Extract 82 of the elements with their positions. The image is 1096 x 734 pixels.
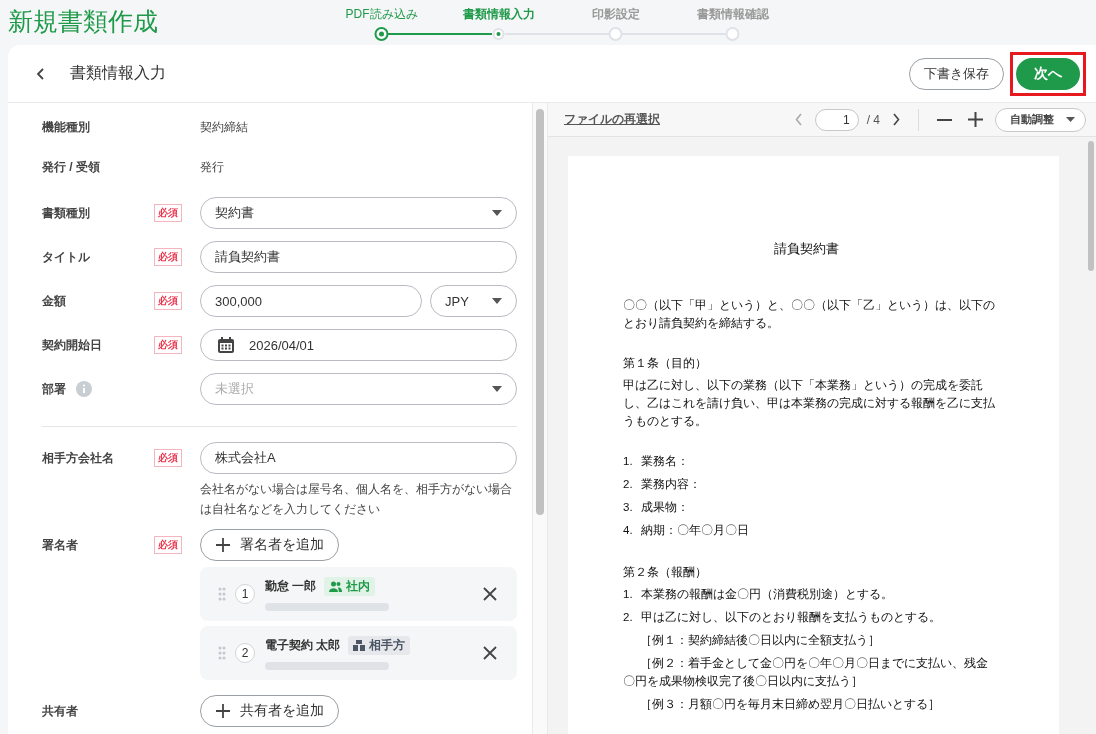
page-number-field[interactable]: 1 (814, 108, 859, 131)
field-label: 書類種別 (42, 204, 90, 222)
currency-select[interactable]: JPY (430, 285, 517, 317)
field-label: 機能種別 (42, 118, 90, 136)
plus-icon (215, 537, 231, 553)
people-icon (329, 580, 343, 592)
step-label: 書類情報確認 (696, 6, 769, 23)
list-number: 2. (623, 477, 633, 492)
list-number: 2. (623, 610, 633, 625)
input-field[interactable]: 株式会社A (200, 442, 517, 474)
required-badge: 必須 (154, 536, 182, 554)
field-label: タイトル (42, 248, 90, 266)
zoom-in-icon[interactable] (968, 112, 983, 127)
required-badge: 必須 (154, 292, 182, 310)
list-item-text: 納期：〇年〇月〇日 (641, 523, 749, 538)
signer-tag: 社内 (324, 576, 376, 596)
zoom-out-icon[interactable] (937, 118, 952, 121)
list-item-text: 業務名： (641, 454, 689, 469)
page-total: / 4 (866, 112, 880, 127)
section-title: 書類情報入力 (70, 63, 166, 83)
building-icon (353, 639, 366, 651)
field-label: 相手方会社名 (42, 449, 114, 467)
required-badge: 必須 (154, 336, 182, 354)
field-label: 部署 (42, 380, 66, 398)
signer-tag: 相手方 (348, 635, 411, 655)
scrollbar[interactable] (533, 103, 548, 734)
field-label: 署名者 (42, 536, 78, 554)
date-field[interactable]: 2026/04/01 (200, 329, 517, 361)
next-button[interactable]: 次へ (1016, 57, 1080, 90)
next-page-icon[interactable] (892, 113, 900, 126)
caret-icon (492, 210, 502, 216)
list-number: 4. (623, 523, 633, 538)
article-heading: 第１条（目的） (623, 356, 708, 371)
reselect-file-link[interactable]: ファイルの再選択 (564, 111, 660, 128)
calendar-icon (217, 336, 235, 354)
add-button[interactable]: 署名者を追加 (200, 529, 339, 561)
example-text: ［例２：着手金として金〇円を〇年〇月〇日までに支払い、残金〇円を成果物検収完了後〇日以内に支払う］ (623, 656, 990, 689)
list-number: 1. (623, 587, 633, 602)
field-label: 金額 (42, 292, 66, 310)
required-badge: 必須 (154, 248, 182, 266)
caret-icon (492, 298, 502, 304)
field-label: 発行 / 受領 (42, 158, 100, 176)
paragraph: 〇〇（以下「甲」という）と、〇〇（以下「乙」という）は、以下のとおり請負契約を締結する。 (623, 298, 995, 331)
hint-text: 会社名がない場合は屋号名、個人名を、相手方がない場合は自社名などを入力してください (200, 481, 513, 518)
example-text: ［例３：月額〇円を毎月末日締め翌月〇日払いとする］ (639, 697, 942, 712)
paragraph: 甲は乙に対し、以下の業務（以下「本業務」という）の完成を委託し、乙はこれを請け負い、甲は本業務の完成に対する報酬を乙に支払うものとする。 (623, 378, 995, 429)
close-button[interactable] (481, 585, 499, 603)
list-number: 3. (623, 500, 633, 515)
input-field[interactable]: 請負契約書 (200, 241, 517, 273)
order-number: 2 (235, 643, 255, 663)
field-value: 発行 (200, 159, 225, 176)
required-badge: 必須 (154, 449, 182, 467)
field-value: 契約締結 (200, 119, 249, 136)
list-item-text: 業務内容： (641, 477, 701, 492)
caret-icon (492, 386, 502, 392)
close-button[interactable] (481, 644, 499, 662)
list-number: 1. (623, 454, 633, 469)
save-draft-button[interactable]: 下書き保存 (909, 57, 1004, 90)
page-title: 新規書類作成 (7, 6, 158, 37)
field-label: 共有者 (42, 702, 78, 720)
add-button[interactable]: 共有者を追加 (200, 695, 339, 727)
list-item-text: 成果物： (641, 500, 689, 515)
step-label: 印影設定 (591, 6, 640, 23)
plus-icon (215, 703, 231, 719)
drag-handle-icon[interactable] (218, 646, 226, 660)
step-label: PDF読み込み (345, 6, 418, 23)
drag-handle-icon[interactable] (218, 587, 226, 601)
field-label: 契約開始日 (42, 336, 102, 354)
zoom-select[interactable]: 自動調整 (995, 107, 1086, 132)
list-item-text: 甲は乙に対し、以下のとおり報酬を支払うものとする。 (641, 610, 941, 625)
list-item-text: 本業務の報酬は金〇円（消費税別途）とする。 (641, 587, 893, 602)
required-badge: 必須 (154, 204, 182, 222)
select-field[interactable]: 契約書 (200, 197, 517, 229)
signer-name: 勤怠 一郎 (265, 577, 317, 595)
document-title: 請負契約書 (772, 240, 840, 258)
order-number: 1 (235, 584, 255, 604)
step-label: 書類情報入力 (462, 6, 535, 23)
article-heading: 第２条（報酬） (623, 565, 708, 580)
example-text: ［例１：契約締結後〇日以内に全額支払う］ (639, 633, 882, 648)
signer-name: 電子契約 太郎 (265, 636, 341, 654)
caret-icon (1066, 117, 1075, 122)
amount-field[interactable]: 300,000 (200, 285, 422, 317)
